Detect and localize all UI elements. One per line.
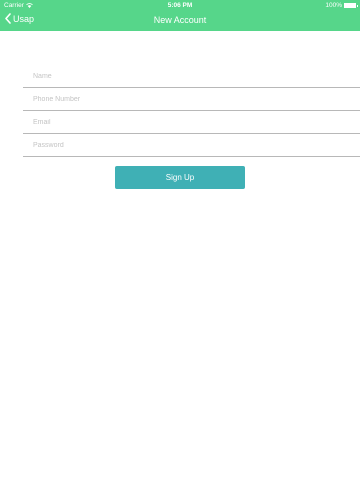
phone-field-row xyxy=(23,88,360,111)
page-title: New Account xyxy=(153,15,207,25)
password-field-row xyxy=(23,134,360,157)
status-time: 5:06 PM xyxy=(167,2,193,9)
status-battery: 100% xyxy=(325,2,358,9)
battery-icon xyxy=(344,3,358,8)
signup-button[interactable]: Sign Up xyxy=(115,166,245,189)
email-field-row xyxy=(23,111,360,134)
phone-field[interactable] xyxy=(33,93,353,105)
name-field[interactable] xyxy=(33,70,353,82)
password-field[interactable] xyxy=(33,139,353,151)
status-bar: Carrier 5:06 PM 100% xyxy=(0,0,360,10)
battery-percent: 100% xyxy=(325,2,342,9)
nav-bar: Usap New Account xyxy=(0,10,360,31)
signup-form xyxy=(23,65,360,157)
app-header: Carrier 5:06 PM 100% Usap New Account xyxy=(0,0,360,31)
name-field-row xyxy=(23,65,360,88)
email-field[interactable] xyxy=(33,116,353,128)
